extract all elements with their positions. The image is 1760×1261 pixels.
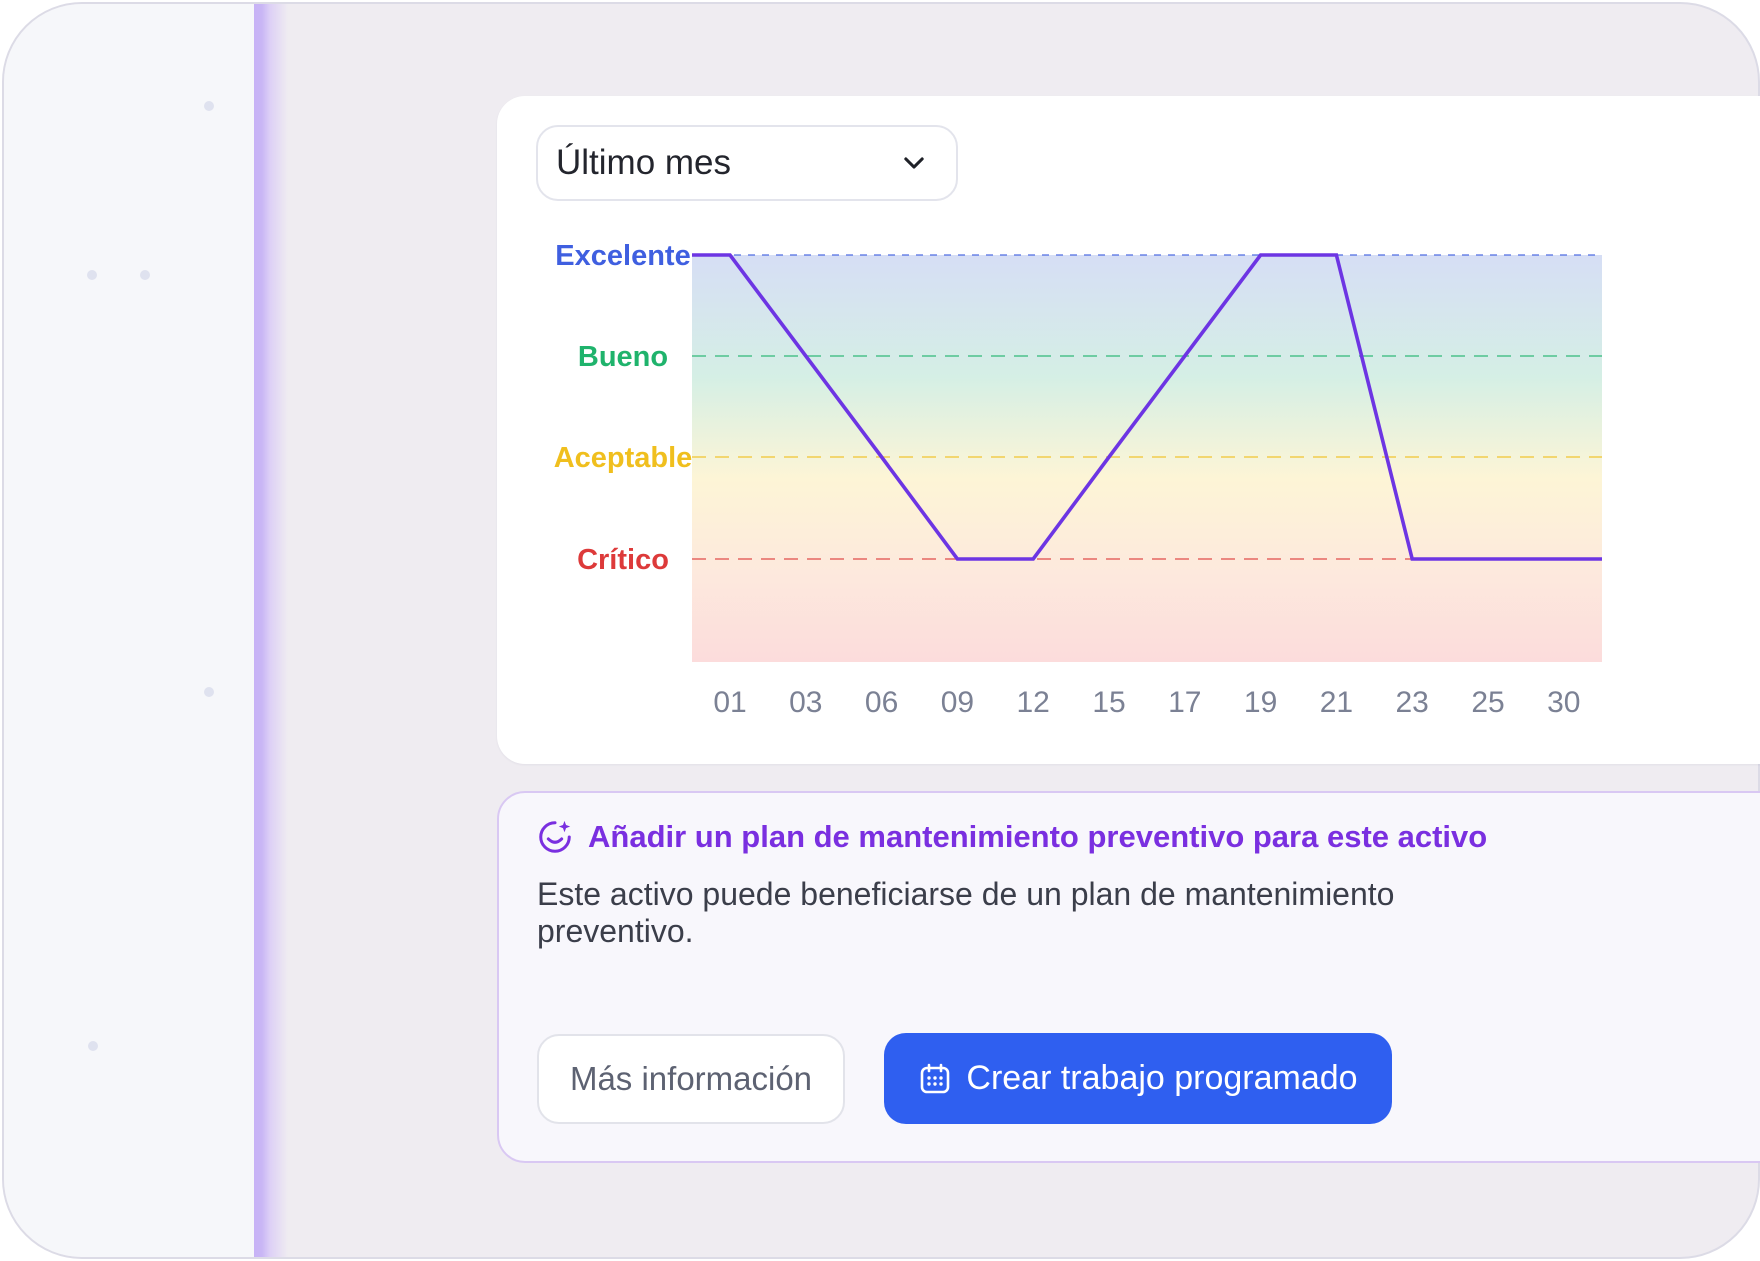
- sidebar-dot: [88, 1041, 98, 1051]
- x-tick-label: 12: [1017, 686, 1050, 719]
- x-tick-label: 30: [1547, 686, 1580, 719]
- calendar-icon: [921, 1063, 950, 1093]
- x-tick-label: 21: [1320, 686, 1353, 719]
- sparkle-smile-icon: [539, 820, 571, 853]
- more-info-label: Más información: [569, 1060, 813, 1097]
- x-tick-label: 15: [1092, 686, 1125, 719]
- y-tick-label: Crítico: [577, 544, 669, 576]
- x-tick-label: 01: [713, 686, 746, 719]
- x-tick-label: 25: [1471, 686, 1504, 719]
- more-info-button[interactable]: Más información: [537, 1034, 845, 1124]
- chart-background: [692, 255, 1602, 662]
- x-tick-label: 17: [1168, 686, 1201, 719]
- x-tick-label: 23: [1396, 686, 1429, 719]
- x-tick-label: 06: [865, 686, 898, 719]
- condition-chart: Excelente Bueno Aceptable Crítico 01 03 06 09 1…: [554, 240, 1602, 719]
- create-scheduled-job-label: Crear trabajo programado: [966, 1059, 1358, 1097]
- y-tick-label: Excelente: [555, 240, 690, 272]
- y-tick-label: Aceptable: [554, 442, 693, 474]
- y-tick-label: Bueno: [578, 341, 668, 373]
- x-tick-label: 03: [789, 686, 822, 719]
- x-tick-label: 19: [1244, 686, 1277, 719]
- promo-title: Añadir un plan de mantenimiento preventi…: [588, 819, 1488, 854]
- create-scheduled-job-button[interactable]: Crear trabajo programado: [884, 1033, 1392, 1124]
- promo-description: Este activo puede beneficiarse de un pla…: [537, 876, 1395, 949]
- promo-header: Añadir un plan de mantenimiento preventi…: [536, 818, 1487, 856]
- x-tick-label: 09: [941, 686, 974, 719]
